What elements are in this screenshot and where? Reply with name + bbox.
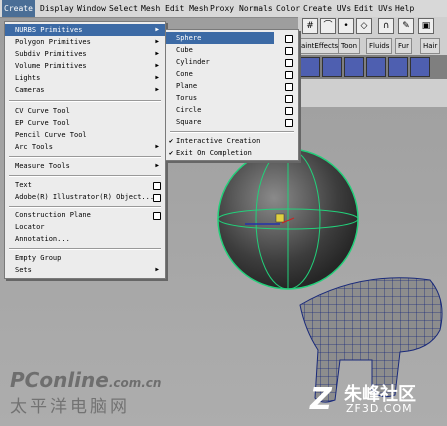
tab-painteffects[interactable]: aintEffects (298, 38, 342, 54)
tab-hair[interactable]: Hair (420, 38, 441, 54)
menu-item-subdiv-primitives[interactable]: Subdiv Primitives ▶ (5, 48, 165, 60)
menu-separator (9, 248, 161, 250)
history-icon[interactable]: ✎ (398, 18, 414, 34)
menu-proxy[interactable]: Proxy (208, 0, 236, 17)
submenu-arrow-icon: ▶ (155, 266, 159, 273)
watermark-pconline: PConline (10, 368, 109, 392)
snap-grid-icon[interactable]: # (302, 18, 318, 34)
submenu-arrow-icon: ▶ (155, 86, 159, 93)
option-box-icon[interactable] (285, 95, 293, 103)
menu-normals[interactable]: Normals (237, 0, 275, 17)
submenu-arrow-icon: ▶ (155, 74, 159, 81)
menu-edit-mesh[interactable]: Edit Mesh (163, 0, 210, 17)
checkmark-icon: ✔ (169, 137, 174, 145)
status-line-icons: # ⌒ • ◇ ∩ ✎ ▣ (298, 18, 447, 35)
menu-separator (9, 175, 161, 177)
menu-item-cameras[interactable]: Cameras ▶ (5, 84, 165, 96)
submenu-check-interactive-creation[interactable]: ✔ Interactive Creation (166, 135, 298, 147)
submenu-arrow-icon: ▶ (155, 62, 159, 69)
submenu-item-cylinder[interactable]: Cylinder (166, 56, 298, 68)
option-box-icon[interactable] (153, 194, 161, 202)
menu-color[interactable]: Color (274, 0, 302, 17)
submenu-arrow-icon: ▶ (155, 26, 159, 33)
submenu-item-plane[interactable]: Plane (166, 80, 298, 92)
option-box-icon[interactable] (285, 47, 293, 55)
menu-item-measure-tools[interactable]: Measure Tools ▶ (5, 160, 165, 172)
shelf-tool-icon[interactable] (410, 57, 430, 77)
menu-separator (9, 206, 161, 208)
menu-separator (170, 131, 294, 133)
submenu-item-sphere[interactable]: Sphere (166, 32, 274, 44)
menu-create[interactable]: Create (2, 0, 35, 17)
option-box-icon[interactable] (285, 59, 293, 67)
menu-create-uvs[interactable]: Create UVs (301, 0, 353, 17)
menu-separator (9, 156, 161, 158)
menu-item-annotation[interactable]: Annotation... (5, 233, 165, 245)
submenu-check-exit-on-completion[interactable]: ✔ Exit On Completion (166, 147, 298, 159)
menu-item-nurbs-primitives[interactable]: NURBS Primitives ▶ (5, 24, 165, 36)
menu-window[interactable]: Window (75, 0, 108, 17)
menu-item-polygon-primitives[interactable]: Polygon Primitives ▶ (5, 36, 165, 48)
menu-item-locator[interactable]: Locator (5, 221, 165, 233)
submenu-item-square[interactable]: Square (166, 116, 298, 128)
shelf-tabs: aintEffects Toon Fluids Fur Hair (298, 38, 447, 54)
create-menu: NURBS Primitives ▶ Polygon Primitives ▶ Su… (4, 21, 166, 279)
menu-item-empty-group[interactable]: Empty Group (5, 252, 165, 264)
menu-mesh[interactable]: Mesh (139, 0, 162, 17)
menu-select[interactable]: Select (107, 0, 140, 17)
shelf-tool-icon[interactable] (366, 57, 386, 77)
menu-item-arc-tools[interactable]: Arc Tools ▶ (5, 141, 165, 153)
menu-help[interactable]: Help (393, 0, 416, 17)
menu-item-sets[interactable]: Sets ▶ (5, 264, 165, 276)
submenu-item-torus[interactable]: Torus (166, 92, 298, 104)
magnet-icon[interactable]: ∩ (378, 18, 394, 34)
submenu-arrow-icon: ▶ (155, 162, 159, 169)
submenu-arrow-icon: ▶ (155, 143, 159, 150)
watermark-zf-domain: ZF3D.COM (346, 402, 413, 415)
option-box-icon[interactable] (285, 119, 293, 127)
submenu-item-circle[interactable]: Circle (166, 104, 298, 116)
menu-display[interactable]: Display (38, 0, 76, 17)
option-box-icon[interactable] (285, 107, 293, 115)
checkmark-icon: ✔ (169, 149, 174, 157)
watermark-domain-suffix: .com.cn (108, 376, 162, 390)
menu-item-volume-primitives[interactable]: Volume Primitives ▶ (5, 60, 165, 72)
zf-logo-icon: Z (310, 382, 332, 417)
shelf-tool-icon[interactable] (388, 57, 408, 77)
option-box-icon[interactable] (285, 35, 293, 43)
shelf-icon-strip (298, 55, 447, 79)
snap-point-icon[interactable]: • (338, 18, 354, 34)
snap-curve-icon[interactable]: ⌒ (320, 18, 336, 34)
nurbs-sphere[interactable] (217, 148, 359, 290)
main-menubar: Create Display Window Select Mesh Edit M… (0, 0, 447, 18)
render-icon[interactable]: ▣ (418, 18, 434, 34)
tab-fluids[interactable]: Fluids (366, 38, 393, 54)
menu-item-lights[interactable]: Lights ▶ (5, 72, 165, 84)
menu-item-construction-plane[interactable]: Construction Plane (5, 209, 165, 221)
menu-item-text[interactable]: Text (5, 179, 165, 191)
menu-item-pencil-curve-tool[interactable]: Pencil Curve Tool (5, 129, 165, 141)
shelf-tool-icon[interactable] (322, 57, 342, 77)
nurbs-primitives-submenu: Sphere Cube Cylinder Cone Plane Torus Ci… (165, 29, 299, 161)
pconline-watermark: PConline.com.cn 太平洋电脑网 (10, 368, 161, 417)
shelf-tool-icon[interactable] (300, 57, 320, 77)
menu-item-ep-curve-tool[interactable]: EP Curve Tool (5, 117, 165, 129)
menu-edit-uvs[interactable]: Edit UVs (352, 0, 395, 17)
tab-fur[interactable]: Fur (395, 38, 412, 54)
menu-item-cv-curve-tool[interactable]: CV Curve Tool (5, 105, 165, 117)
tab-toon[interactable]: Toon (338, 38, 361, 54)
option-box-icon[interactable] (285, 83, 293, 91)
option-box-icon[interactable] (153, 182, 161, 190)
shelf-tool-icon[interactable] (344, 57, 364, 77)
submenu-arrow-icon: ▶ (155, 50, 159, 57)
submenu-item-cube[interactable]: Cube (166, 44, 298, 56)
menu-separator (9, 100, 161, 102)
option-box-icon[interactable] (285, 71, 293, 79)
watermark-cn-name: 太平洋电脑网 (10, 397, 130, 417)
submenu-arrow-icon: ▶ (155, 38, 159, 45)
option-box-icon[interactable] (153, 212, 161, 220)
menu-item-illustrator-object[interactable]: Adobe(R) Illustrator(R) Object... (5, 191, 165, 203)
snap-plane-icon[interactable]: ◇ (356, 18, 372, 34)
submenu-item-cone[interactable]: Cone (166, 68, 298, 80)
